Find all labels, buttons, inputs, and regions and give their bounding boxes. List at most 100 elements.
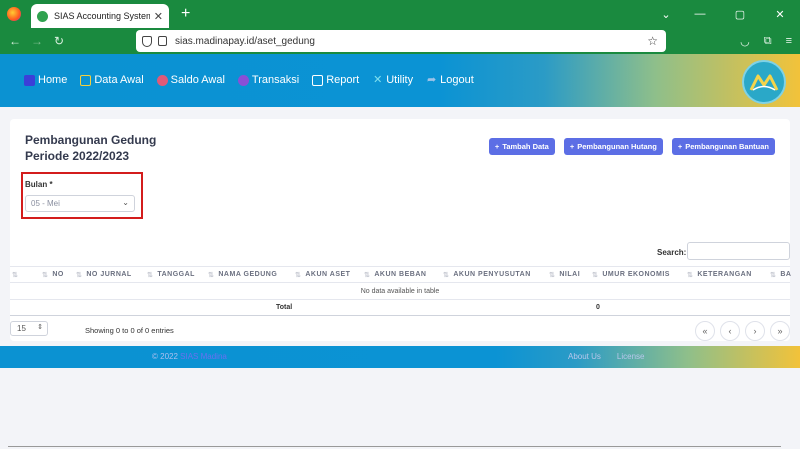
column-header-ba[interactable]: ⇅ BA	[770, 267, 792, 282]
new-tab-button[interactable]: +	[181, 5, 190, 23]
pembangunan-bantuan-button[interactable]: + Pembangunan Bantuan	[671, 138, 775, 155]
sort-icon: ⇅	[592, 271, 599, 279]
app-footer: © 2022 SIAS Madina About Us License	[0, 346, 800, 368]
column-header-umur-ekonomis[interactable]: ⇅ UMUR EKONOMIS	[592, 267, 670, 282]
updown-arrow-icon: ⇕	[37, 324, 43, 331]
bookmark-star-icon[interactable]: ☆	[647, 34, 658, 48]
tab-close-icon[interactable]: ✕	[154, 10, 163, 23]
column-header-no[interactable]: ⇅ NO	[42, 267, 64, 282]
tab-title: SIAS Accounting System	[54, 11, 150, 21]
bulan-select[interactable]: 05 - Mei ⌄	[25, 195, 135, 212]
last-page-button[interactable]: »	[770, 321, 790, 341]
copyright-year: © 2022	[152, 352, 178, 361]
column-header-akun-penyusutan[interactable]: ⇅ AKUN PENYUSUTAN	[443, 267, 531, 282]
sort-icon: ⇅	[76, 271, 83, 279]
about-us-link[interactable]: About Us	[568, 352, 601, 361]
transaction-icon	[237, 74, 249, 86]
page-period: Periode 2022/2023	[25, 149, 130, 163]
button-label: Pembangunan Hutang	[577, 142, 657, 151]
address-bar[interactable]: sias.madinapay.id/aset_gedung ☆	[136, 30, 666, 52]
utility-icon: ✕	[373, 73, 383, 86]
favicon-icon	[37, 10, 48, 22]
bulan-label: Bulan *	[25, 180, 53, 189]
menu-item-report[interactable]: Report	[312, 74, 359, 86]
menu-item-label: Home	[38, 74, 68, 86]
report-icon	[312, 74, 324, 86]
column-header-nama-gedung[interactable]: ⇅ NAMA GEDUNG	[208, 267, 277, 282]
sort-icon: ⇅	[770, 271, 777, 279]
sort-icon: ⇅	[687, 271, 694, 279]
window-controls: ⌄ — ▢ ✕	[652, 0, 800, 28]
footer-brand-link[interactable]: SIAS Madina	[180, 352, 227, 361]
sort-icon: ⇅	[549, 271, 556, 279]
total-value: 0	[596, 304, 600, 311]
previous-page-button[interactable]: ‹	[720, 321, 740, 341]
shield-icon[interactable]	[142, 35, 152, 47]
empty-table-message: No data available in table	[10, 284, 790, 300]
menu-item-home[interactable]: Home	[24, 74, 67, 86]
firefox-icon[interactable]	[7, 7, 21, 21]
column-header[interactable]: ⇅	[12, 267, 22, 282]
url-text[interactable]: sias.madinapay.id/aset_gedung	[175, 36, 647, 47]
button-label: Pembangunan Bantuan	[685, 142, 769, 151]
sort-icon: ⇅	[147, 271, 154, 279]
pembangunan-hutang-button[interactable]: + Pembangunan Hutang	[563, 138, 663, 155]
minimize-icon[interactable]: —	[680, 8, 720, 20]
lock-icon[interactable]	[158, 36, 167, 46]
logo-mountain-icon	[749, 74, 779, 91]
sort-icon: ⇅	[295, 271, 302, 279]
button-label: Tambah Data	[502, 142, 549, 151]
browser-toolbar-right: ◡ ⧉ ≡	[740, 28, 792, 54]
page-title: Pembangunan Gedung Periode 2022/2023	[25, 132, 156, 164]
column-header-tanggal[interactable]: ⇅ TANGGAL	[147, 267, 195, 282]
forward-icon[interactable]: →	[26, 34, 48, 48]
column-header-akun-aset[interactable]: ⇅ AKUN ASET	[295, 267, 350, 282]
menu-item-data-awal[interactable]: Data Awal	[80, 74, 144, 86]
column-header-no-jurnal[interactable]: ⇅ NO JURNAL	[76, 267, 132, 282]
close-window-icon[interactable]: ✕	[760, 8, 800, 21]
app-logo[interactable]	[742, 60, 786, 104]
sort-icon: ⇅	[42, 271, 49, 279]
column-header-keterangan[interactable]: ⇅ KETERANGAN	[687, 267, 752, 282]
plus-icon: +	[494, 142, 500, 151]
logout-icon: ➦	[427, 73, 437, 86]
menu-item-transaksi[interactable]: Transaksi	[237, 74, 300, 86]
browser-tab[interactable]: SIAS Accounting System ✕	[31, 4, 169, 28]
menu-item-label: Transaksi	[251, 74, 300, 86]
next-page-button[interactable]: ›	[745, 321, 765, 341]
menu-item-label: Data Awal	[94, 74, 144, 86]
monitor-icon	[80, 74, 92, 86]
back-icon[interactable]: ←	[4, 34, 26, 48]
action-buttons: + Tambah Data + Pembangunan Hutang + Pem…	[488, 138, 775, 155]
search-input[interactable]	[687, 242, 790, 260]
reload-icon[interactable]: ↻	[48, 34, 70, 48]
copyright: © 2022 SIAS Madina	[152, 352, 227, 361]
tambah-data-button[interactable]: + Tambah Data	[488, 138, 555, 155]
menu-item-label: Utility	[386, 74, 414, 86]
table-total-row: Total 0	[10, 300, 790, 316]
tab-list-icon[interactable]: ⌄	[652, 8, 680, 21]
first-page-button[interactable]: «	[695, 321, 715, 341]
plus-icon: +	[569, 142, 575, 151]
total-label: Total	[276, 304, 293, 311]
table-header: ⇅ ⇅ NO ⇅ NO JURNAL ⇅ TANGGAL ⇅ NAMA GEDUNG ⇅…	[10, 266, 792, 283]
sort-icon: ⇅	[364, 271, 371, 279]
pocket-icon[interactable]: ◡	[740, 35, 750, 48]
column-header-nilai[interactable]: ⇅ NILAI	[549, 267, 580, 282]
main-menu: Home Data Awal Saldo Awal Transaksi Repo…	[24, 74, 474, 86]
plus-icon: +	[677, 142, 683, 151]
sort-icon: ⇅	[208, 271, 215, 279]
column-header-akun-beban[interactable]: ⇅ AKUN BEBAN	[364, 267, 426, 282]
page-title-line: Pembangunan Gedung	[25, 133, 157, 147]
license-link[interactable]: License	[617, 352, 645, 361]
content-card: Pembangunan Gedung Periode 2022/2023 + T…	[10, 119, 792, 341]
page-length-select[interactable]: 15 ⇕	[10, 321, 48, 336]
menu-item-logout[interactable]: ➦ Logout	[426, 74, 474, 86]
menu-icon[interactable]: ≡	[786, 35, 792, 47]
menu-item-saldo-awal[interactable]: Saldo Awal	[156, 74, 225, 86]
table-info: Showing 0 to 0 of 0 entries	[85, 326, 174, 335]
pagination: « ‹ › »	[695, 321, 790, 341]
extensions-icon[interactable]: ⧉	[764, 35, 772, 48]
maximize-icon[interactable]: ▢	[720, 8, 760, 21]
menu-item-utility[interactable]: ✕ Utility	[372, 74, 413, 86]
